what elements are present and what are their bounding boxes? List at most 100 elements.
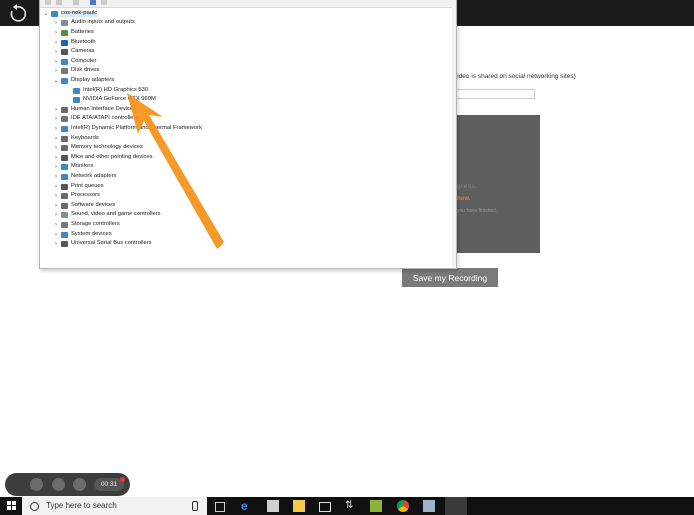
back-icon[interactable] (45, 0, 51, 5)
cortana-icon[interactable] (30, 502, 39, 511)
chrome-icon[interactable] (397, 500, 409, 512)
tree-item-label: Processors (71, 192, 100, 199)
tree-category-item[interactable]: › Universal Serial Bus controllers (53, 239, 152, 249)
chevron-down-icon[interactable]: ⌄ (43, 11, 49, 17)
reload-icon[interactable] (7, 4, 27, 24)
tree-category-item[interactable]: › Processors (53, 191, 100, 201)
webcam-icon[interactable] (52, 478, 65, 491)
chevron-right-icon[interactable]: › (53, 30, 59, 36)
forward-icon[interactable] (56, 0, 62, 5)
mail-icon[interactable] (319, 502, 331, 512)
file-explorer-icon[interactable] (293, 500, 305, 512)
save-recording-button[interactable]: Save my Recording (402, 268, 498, 287)
task-view-icon[interactable] (215, 502, 225, 512)
player-link-text[interactable]: how. (457, 196, 470, 202)
tree-category-item[interactable]: › Sound, video and game controllers (53, 211, 161, 221)
chevron-right-icon[interactable]: › (53, 203, 59, 209)
chevron-right-icon[interactable]: › (53, 20, 59, 26)
scrollbar[interactable] (452, 7, 456, 267)
tree-child-item[interactable]: Intel(R) HD Graphics 530 (65, 86, 148, 96)
tree-category-item[interactable]: › Computer (53, 57, 96, 67)
device-category-icon (61, 154, 68, 161)
chevron-right-icon[interactable]: › (53, 49, 59, 55)
tree-category-item[interactable]: › Disk drives (53, 67, 99, 77)
tree-category-item[interactable]: › Bluetooth (53, 38, 96, 48)
tree-category-item[interactable]: › Mice and other pointing devices (53, 153, 153, 163)
tree-category-item[interactable]: › Print queues (53, 182, 104, 192)
tree-category-item[interactable]: › Batteries (53, 28, 94, 38)
tree-category-item[interactable]: › Storage controllers (53, 220, 120, 230)
sync-icon[interactable]: ⇅ (345, 500, 357, 512)
tree-category-item[interactable]: › Software devices (53, 201, 115, 211)
device-category-icon (61, 135, 68, 142)
chevron-right-icon[interactable]: › (53, 184, 59, 190)
tree-category-item[interactable]: › Monitors (53, 163, 93, 173)
title-input[interactable] (455, 89, 535, 99)
tree-item-label: Universal Serial Bus controllers (71, 240, 152, 247)
device-category-icon (61, 77, 68, 84)
chevron-right-icon[interactable]: › (53, 107, 59, 113)
device-category-icon (73, 97, 80, 104)
taskbar-search[interactable]: Type here to search (22, 497, 207, 515)
chevron-right-icon[interactable]: › (53, 40, 59, 46)
search-input[interactable]: Type here to search (46, 501, 117, 510)
tree-root[interactable]: ⌄ cos-nok-paulc (43, 9, 98, 19)
tree-category-item[interactable]: › Memory technology devices (53, 143, 143, 153)
tree-item-label: IDE ATA/ATAPI controllers (71, 115, 139, 122)
tree-item-label: Audio inputs and outputs (71, 19, 135, 26)
chevron-right-icon[interactable]: › (53, 145, 59, 151)
tree-category-item[interactable]: › Cameras (53, 47, 95, 57)
chevron-right-icon[interactable]: › (53, 59, 59, 65)
tree-category-item[interactable]: ⌄ Display adapters (53, 76, 114, 86)
tree-item-label: Disk drives (71, 67, 100, 74)
chevron-right-icon[interactable]: › (53, 212, 59, 218)
root-label: cos-nok-paulc (61, 9, 98, 17)
chevron-right-icon[interactable]: › (53, 126, 59, 132)
tree-category-item[interactable]: › Intel(R) Dynamic Platform and Thermal F… (53, 124, 202, 134)
chevron-down-icon[interactable]: ⌄ (53, 78, 59, 84)
tree-item-label: Print queues (71, 182, 104, 189)
tree-item-label: Display adapters (71, 77, 115, 84)
tree-category-item[interactable]: › Human Interface Devices (53, 105, 136, 115)
tree-category-item[interactable]: › IDE ATA/ATAPI controllers (53, 115, 138, 125)
chevron-right-icon[interactable]: › (53, 164, 59, 170)
app-icon[interactable] (370, 500, 382, 512)
device-category-icon (61, 231, 68, 238)
tree-item-label: Cameras (71, 48, 95, 55)
device-category-icon (61, 241, 68, 248)
help-icon[interactable] (90, 0, 96, 5)
device-category-icon (61, 193, 68, 200)
chevron-right-icon[interactable]: › (53, 232, 59, 238)
device-manager-taskbar-icon[interactable] (423, 500, 435, 512)
chevron-right-icon[interactable]: › (53, 116, 59, 122)
chevron-right-icon[interactable]: › (53, 193, 59, 199)
tree-category-item[interactable]: › Keyboards (53, 134, 99, 144)
screen-icon[interactable] (30, 478, 43, 491)
chevron-right-icon[interactable]: › (53, 136, 59, 142)
stop-button[interactable] (73, 478, 86, 491)
chevron-right-icon[interactable]: › (53, 174, 59, 180)
edge-icon[interactable]: e (241, 500, 253, 512)
tree-category-item[interactable]: › Audio inputs and outputs (53, 19, 135, 29)
chevron-right-icon[interactable]: › (53, 222, 59, 228)
active-app-icon[interactable] (445, 497, 467, 515)
tree-item-label: System devices (71, 230, 112, 237)
properties-icon[interactable] (73, 0, 79, 5)
chevron-right-icon[interactable]: › (53, 68, 59, 74)
microphone-icon[interactable] (192, 501, 198, 511)
scan-icon[interactable] (101, 0, 107, 5)
device-category-icon (61, 145, 68, 152)
chevron-right-icon[interactable]: › (53, 241, 59, 247)
windows-start-icon[interactable] (0, 497, 22, 515)
recording-indicator-icon (120, 477, 125, 482)
tree-child-item[interactable]: NVIDIA GeForce GTX 960M (65, 95, 156, 105)
taskbar: Type here to search e ⇅ (0, 497, 694, 515)
tree-category-item[interactable]: › System devices (53, 230, 112, 240)
chevron-right-icon[interactable]: › (53, 155, 59, 161)
tree-item-label: Keyboards (71, 134, 99, 141)
device-category-icon (61, 106, 68, 113)
video-player[interactable]: gress. how. you have finished. (455, 115, 540, 253)
computer-icon (51, 10, 58, 17)
store-icon[interactable] (267, 500, 279, 512)
tree-category-item[interactable]: › Network adapters (53, 172, 116, 182)
